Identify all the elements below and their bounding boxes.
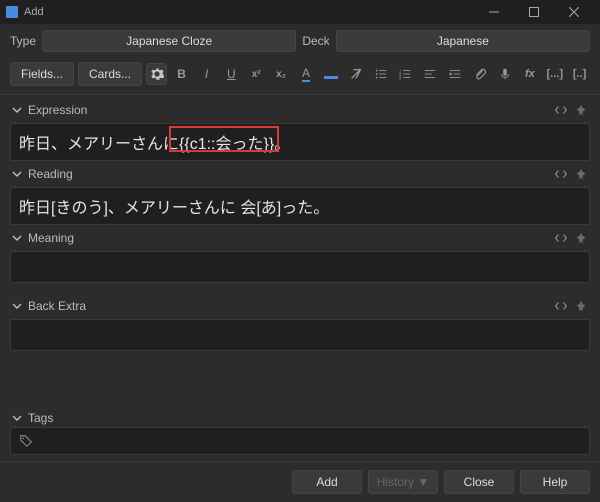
minimize-button[interactable] [474, 0, 514, 24]
fields-button[interactable]: Fields... [10, 62, 74, 86]
chevron-down-icon [12, 413, 22, 423]
meaning-input[interactable] [10, 251, 590, 283]
help-button[interactable]: Help [520, 470, 590, 494]
options-button[interactable] [146, 63, 167, 85]
alignment-button[interactable] [420, 63, 441, 85]
type-select[interactable]: Japanese Cloze [42, 30, 296, 52]
back-extra-label: Back Extra [28, 299, 86, 313]
expression-input[interactable]: 昨日、メアリーさんに{{c1::会った}}。 [10, 123, 590, 161]
deck-label: Deck [302, 34, 329, 48]
equation-button[interactable]: fx [519, 63, 540, 85]
back-extra-input[interactable] [10, 319, 590, 351]
reading-input[interactable]: 昨日[きのう]、メアリーさんに 会[あ]った。 [10, 187, 590, 225]
window-title: Add [24, 6, 44, 18]
type-deck-bar: Type Japanese Cloze Deck Japanese [0, 24, 600, 58]
attachment-button[interactable] [470, 63, 491, 85]
fields-area: Expression 昨日、メアリーさんに{{c1::会った}}。 Readin… [0, 95, 600, 461]
superscript-button[interactable]: x² [246, 63, 267, 85]
pin-icon[interactable] [574, 167, 588, 181]
html-toggle-icon[interactable] [554, 103, 568, 117]
history-button[interactable]: History ▼ [368, 470, 438, 494]
reading-header[interactable]: Reading [10, 165, 590, 183]
pin-icon[interactable] [574, 299, 588, 313]
html-toggle-icon[interactable] [554, 231, 568, 245]
editor-toolbar: Fields... Cards... B I U x² x₂ A 123 fx … [0, 58, 600, 95]
tags-input[interactable] [10, 427, 590, 455]
chevron-down-icon [12, 233, 22, 243]
tags-section: Tags [10, 409, 590, 455]
expression-header[interactable]: Expression [10, 101, 590, 119]
expression-value: 昨日、メアリーさんに{{c1::会った}}。 [19, 136, 290, 153]
close-button[interactable]: Close [444, 470, 514, 494]
type-label: Type [10, 34, 36, 48]
pin-icon[interactable] [574, 103, 588, 117]
bottom-bar: Add History ▼ Close Help [0, 461, 600, 502]
deck-select[interactable]: Japanese [336, 30, 590, 52]
chevron-down-icon [12, 105, 22, 115]
tag-icon [19, 434, 33, 448]
close-window-button[interactable] [554, 0, 594, 24]
subscript-button[interactable]: x₂ [271, 63, 292, 85]
html-toggle-icon[interactable] [554, 299, 568, 313]
pin-icon[interactable] [574, 231, 588, 245]
back-extra-header[interactable]: Back Extra [10, 297, 590, 315]
cloze-same-button[interactable]: [..] [569, 63, 590, 85]
cards-button[interactable]: Cards... [78, 62, 142, 86]
svg-text:3: 3 [399, 75, 402, 80]
maximize-button[interactable] [514, 0, 554, 24]
html-toggle-icon[interactable] [554, 167, 568, 181]
add-button[interactable]: Add [292, 470, 362, 494]
tags-header[interactable]: Tags [10, 409, 590, 427]
meaning-header[interactable]: Meaning [10, 229, 590, 247]
chevron-down-icon [12, 301, 22, 311]
unordered-list-button[interactable] [370, 63, 391, 85]
clear-formatting-button[interactable] [345, 63, 366, 85]
record-audio-button[interactable] [495, 63, 516, 85]
title-bar: Add [0, 0, 600, 24]
text-color-button[interactable]: A [296, 63, 317, 85]
cloze-button[interactable]: [...] [544, 63, 565, 85]
reading-value: 昨日[きのう]、メアリーさんに 会[あ]った。 [19, 200, 329, 217]
app-icon [6, 6, 18, 18]
reading-label: Reading [28, 167, 73, 181]
expression-label: Expression [28, 103, 87, 117]
indent-button[interactable] [445, 63, 466, 85]
chevron-down-icon [12, 169, 22, 179]
bold-button[interactable]: B [171, 63, 192, 85]
underline-button[interactable]: U [221, 63, 242, 85]
ordered-list-button[interactable]: 123 [395, 63, 416, 85]
tags-label: Tags [28, 411, 53, 425]
meaning-label: Meaning [28, 231, 74, 245]
highlight-color-button[interactable] [320, 63, 341, 85]
italic-button[interactable]: I [196, 63, 217, 85]
